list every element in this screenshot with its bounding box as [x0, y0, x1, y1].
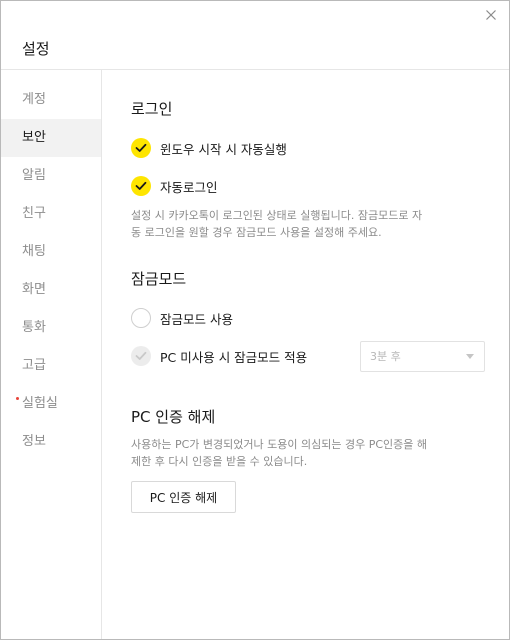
lockmode-use-label: 잠금모드 사용: [160, 311, 233, 327]
check-icon: [135, 181, 147, 190]
sidebar-item-advanced[interactable]: 고급: [1, 347, 101, 385]
pc-auth-reset-button[interactable]: PC 인증 해제: [131, 481, 236, 513]
lockmode-idle-row: PC 미사용 시 잠금모드 적용: [131, 346, 307, 366]
autostart-checkbox-row[interactable]: 윈도우 시작 시 자동실행: [131, 138, 287, 158]
pc-auth-description: 사용하는 PC가 변경되었거나 도용이 의심되는 경우 PC인증을 해 제한 후…: [131, 436, 491, 470]
check-icon: [135, 143, 147, 152]
autologin-label: 자동로그인: [160, 179, 218, 195]
sidebar-item-notifications[interactable]: 알림: [1, 157, 101, 195]
sidebar-item-info[interactable]: 정보: [1, 423, 101, 461]
pc-auth-description-line: 제한 후 다시 인증을 받을 수 있습니다.: [131, 455, 308, 468]
autostart-label: 윈도우 시작 시 자동실행: [160, 141, 287, 157]
autologin-checkbox[interactable]: [131, 176, 151, 196]
autostart-checkbox[interactable]: [131, 138, 151, 158]
login-description-line: 동 로그인을 원할 경우 잠금모드 사용을 설정해 주세요.: [131, 226, 382, 239]
lockmode-idle-label: PC 미사용 시 잠금모드 적용: [160, 349, 308, 365]
lockmode-use-checkbox[interactable]: [131, 308, 151, 328]
sidebar-item-account[interactable]: 계정: [1, 81, 101, 119]
pc-auth-description-line: 사용하는 PC가 변경되었거나 도용이 의심되는 경우 PC인증을 해: [131, 438, 427, 451]
sidebar-item-friends[interactable]: 친구: [1, 195, 101, 233]
sidebar-item-lab-label: 실험실: [22, 396, 58, 411]
lockmode-idle-select: 3분 후: [360, 341, 485, 372]
close-icon[interactable]: [483, 7, 499, 23]
chevron-down-icon: [466, 354, 474, 359]
lab-badge-dot: [16, 397, 19, 400]
check-icon: [135, 351, 147, 360]
sidebar-item-display[interactable]: 화면: [1, 271, 101, 309]
login-section-title: 로그인: [131, 100, 173, 118]
lockmode-use-row[interactable]: 잠금모드 사용: [131, 308, 233, 328]
pc-auth-section-title: PC 인증 해제: [131, 408, 216, 426]
lockmode-section-title: 잠금모드: [131, 270, 187, 288]
sidebar-item-lab[interactable]: 실험실: [1, 385, 101, 423]
login-description: 설정 시 카카오톡이 로그인된 상태로 실행됩니다. 잠금모드로 자 동 로그인…: [131, 207, 491, 241]
sidebar-item-chat[interactable]: 채팅: [1, 233, 101, 271]
window-title: 설정: [22, 40, 50, 58]
sidebar-item-security[interactable]: 보안: [1, 119, 101, 157]
sidebar: 계정 보안 알림 친구 채팅 화면 통화 고급 실험실 정보: [1, 70, 102, 639]
autologin-checkbox-row[interactable]: 자동로그인: [131, 176, 218, 196]
login-description-line: 설정 시 카카오톡이 로그인된 상태로 실행됩니다. 잠금모드로 자: [131, 209, 423, 222]
sidebar-item-calls[interactable]: 통화: [1, 309, 101, 347]
lockmode-idle-checkbox: [131, 346, 151, 366]
lockmode-idle-select-value: 3분 후: [370, 350, 401, 363]
settings-window: 설정 계정 보안 알림 친구 채팅 화면 통화 고급 실험실 정보 로그인 윈도…: [0, 0, 510, 640]
